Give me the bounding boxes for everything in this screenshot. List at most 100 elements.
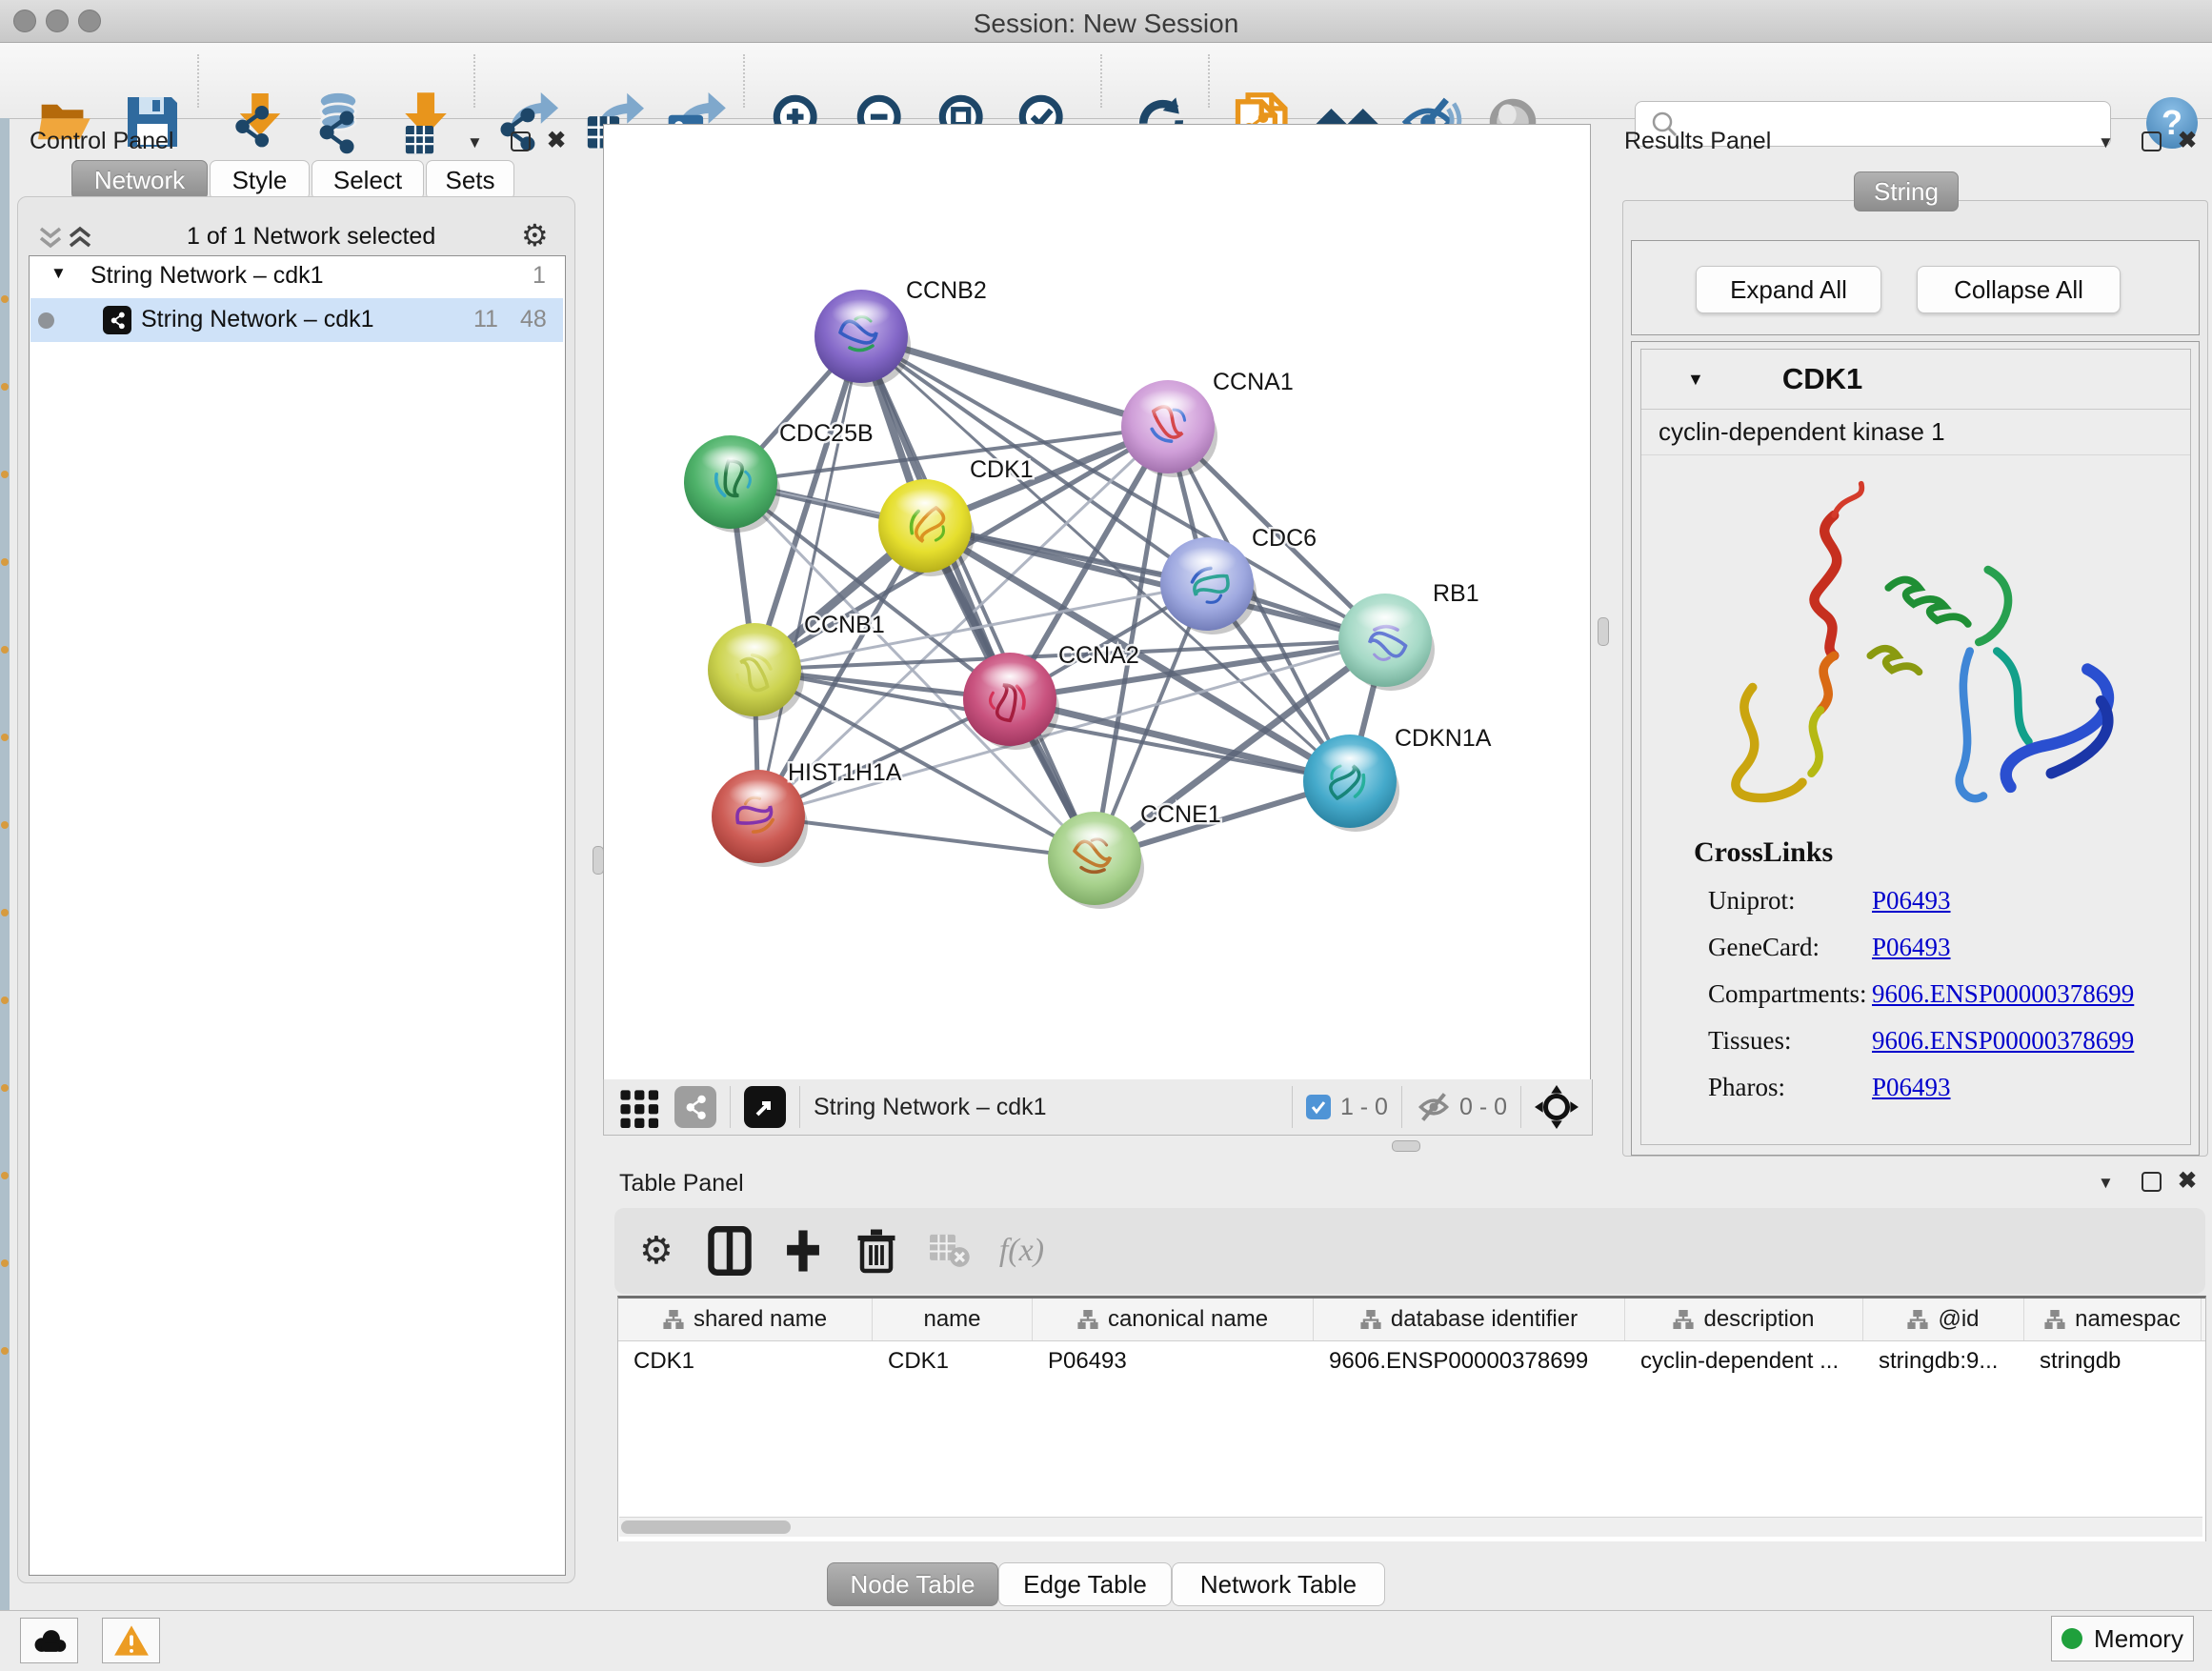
tab-network-table[interactable]: Network Table <box>1172 1562 1385 1606</box>
tree-expand-icon[interactable]: ▼ <box>50 264 67 283</box>
column-header-label: name <box>923 1306 980 1333</box>
table-panel-float-icon[interactable] <box>2142 1172 2162 1192</box>
hidden-eye-slash-icon <box>1416 1091 1452 1123</box>
node-RB1[interactable]: RB1 <box>1338 580 1479 691</box>
tab-network[interactable]: Network <box>71 160 208 200</box>
right-splitter-grip[interactable] <box>1598 617 1609 646</box>
node-CDK1[interactable]: CDK1 <box>878 456 1034 576</box>
column-header-database-identifier[interactable]: database identifier <box>1314 1299 1625 1340</box>
results-panel-float-icon[interactable] <box>2142 131 2162 151</box>
import-network-button[interactable] <box>231 92 289 151</box>
crosslink-value-link[interactable]: P06493 <box>1872 886 1951 916</box>
tab-string-results[interactable]: String <box>1854 171 1959 211</box>
table-panel-collapse-icon[interactable]: ▼ <box>2098 1174 2114 1193</box>
crosslink-value-link[interactable]: P06493 <box>1872 933 1951 962</box>
tab-sets[interactable]: Sets <box>426 160 514 200</box>
desktop-strip-dot <box>1 909 9 916</box>
crosslink-value-link[interactable]: P06493 <box>1872 1073 1951 1102</box>
title-bar: Session: New Session <box>0 0 2212 43</box>
table-cell[interactable]: CDK1 <box>618 1341 873 1381</box>
column-header-label: database identifier <box>1391 1306 1578 1333</box>
tab-node-table[interactable]: Node Table <box>827 1562 998 1606</box>
memory-button[interactable]: Memory <box>2051 1616 2194 1661</box>
control-panel-collapse-icon[interactable]: ▼ <box>467 133 483 152</box>
toolbar-separator <box>197 54 199 108</box>
expand-all-button[interactable]: Expand All <box>1696 266 1881 313</box>
crosslink-row: Pharos:P06493 <box>1708 1073 2190 1102</box>
collapse-all-networks-icon[interactable] <box>37 225 64 250</box>
results-panel-close-icon[interactable]: ✖ <box>2178 131 2197 151</box>
show-columns-icon[interactable] <box>708 1226 752 1276</box>
network-options-gear-icon[interactable]: ⚙ <box>521 217 549 253</box>
gene-card-header[interactable]: ▼ CDK1 <box>1641 350 2190 410</box>
gene-collapse-icon[interactable]: ▼ <box>1687 370 1704 390</box>
table-panel-title: Table Panel <box>619 1170 744 1198</box>
import-network-from-database-button[interactable] <box>307 92 370 151</box>
crosslink-value-link[interactable]: 9606.ENSP00000378699 <box>1872 979 2134 1009</box>
expand-all-networks-icon[interactable] <box>67 225 93 250</box>
table-cell[interactable]: 9606.ENSP00000378699 <box>1314 1341 1625 1381</box>
table-panel-close-icon[interactable]: ✖ <box>2178 1172 2197 1191</box>
network-selection-status: 1 of 1 Network selected <box>187 223 435 251</box>
warning-status-button[interactable] <box>102 1618 160 1663</box>
table-cell[interactable]: stringdb <box>2024 1341 2202 1381</box>
column-header--id[interactable]: @id <box>1863 1299 2024 1340</box>
gene-name: CDK1 <box>1782 362 1862 396</box>
column-header-shared-name[interactable]: shared name <box>618 1299 873 1340</box>
tab-select[interactable]: Select <box>312 160 424 200</box>
application-window: Session: New Session <box>0 0 2212 1671</box>
left-splitter-grip[interactable] <box>593 846 604 875</box>
column-type-icon <box>2044 1310 2065 1329</box>
column-header-canonical-name[interactable]: canonical name <box>1033 1299 1314 1340</box>
column-header-description[interactable]: description <box>1625 1299 1863 1340</box>
table-cell[interactable]: cyclin-dependent ... <box>1625 1341 1863 1381</box>
network-node-count: 11 <box>473 306 498 333</box>
node-table[interactable]: shared name name canonical name database id… <box>617 1296 2206 1541</box>
network-collection-label[interactable]: String Network – cdk1 <box>90 262 324 290</box>
control-panel-close-icon[interactable]: ✖ <box>547 131 566 151</box>
scrollbar-thumb[interactable] <box>621 1520 791 1534</box>
selected-checkbox-icon[interactable] <box>1306 1095 1331 1119</box>
control-panel-float-icon[interactable] <box>511 131 531 151</box>
node-CCNB2[interactable]: CCNB2 <box>814 277 987 387</box>
collapse-all-button[interactable]: Collapse All <box>1917 266 2121 313</box>
network-canvas[interactable]: CCNB2 CCNA1 CDC25B CDK1 <box>603 124 1591 1080</box>
crosslink-value-link[interactable]: 9606.ENSP00000378699 <box>1872 1026 2134 1056</box>
bottom-splitter-grip[interactable] <box>1392 1140 1420 1152</box>
table-gear-icon[interactable]: ⚙ <box>639 1229 674 1273</box>
table-cell[interactable]: P06493 <box>1033 1341 1314 1381</box>
toolbar-separator <box>1100 54 1102 108</box>
node-CDKN1A[interactable]: CDKN1A <box>1303 725 1492 832</box>
desktop-strip-dot <box>1 471 9 478</box>
column-header-namespac[interactable]: namespac <box>2024 1299 2202 1340</box>
results-panel-collapse-icon[interactable]: ▼ <box>2098 133 2114 152</box>
table-cell[interactable]: stringdb:9... <box>1863 1341 2024 1381</box>
cloud-status-button[interactable] <box>20 1618 78 1663</box>
network-item-label[interactable]: String Network – cdk1 <box>141 306 374 333</box>
node-CCNA1[interactable]: CCNA1 <box>1121 369 1294 477</box>
tab-edge-table[interactable]: Edge Table <box>998 1562 1172 1606</box>
column-header-name[interactable]: name <box>873 1299 1033 1340</box>
crosslink-row: Compartments:9606.ENSP00000378699 <box>1708 979 2190 1009</box>
column-header-label: @id <box>1938 1306 1979 1333</box>
crosslink-label: Uniprot: <box>1708 886 1872 916</box>
add-column-icon[interactable] <box>784 1226 822 1276</box>
crosshair-icon[interactable] <box>1535 1085 1579 1129</box>
node-HIST1H1A[interactable]: HIST1H1A <box>712 759 902 867</box>
node-CCNE1[interactable]: CCNE1 <box>1048 801 1221 909</box>
table-horizontal-scrollbar[interactable] <box>619 1517 2202 1537</box>
desktop-strip-dot <box>1 1259 9 1267</box>
desktop-strip-dot <box>1 558 9 566</box>
crosslink-label: Tissues: <box>1708 1026 1872 1056</box>
delete-column-trash-icon[interactable] <box>856 1228 896 1274</box>
table-cell[interactable]: CDK1 <box>873 1341 1033 1381</box>
string-network-badge-icon[interactable] <box>674 1086 716 1128</box>
toolbar-separator <box>1208 54 1210 108</box>
tab-style[interactable]: Style <box>210 160 310 200</box>
import-table-button[interactable] <box>398 92 453 151</box>
open-in-new-window-icon[interactable] <box>744 1086 786 1128</box>
birdseye-grid-icon[interactable] <box>619 1086 661 1128</box>
column-type-icon <box>1673 1310 1694 1329</box>
table-row[interactable]: CDK1CDK1P064939606.ENSP00000378699cyclin… <box>618 1341 2205 1381</box>
network-tree-row-selected[interactable]: String Network – cdk1 11 48 <box>30 298 563 342</box>
